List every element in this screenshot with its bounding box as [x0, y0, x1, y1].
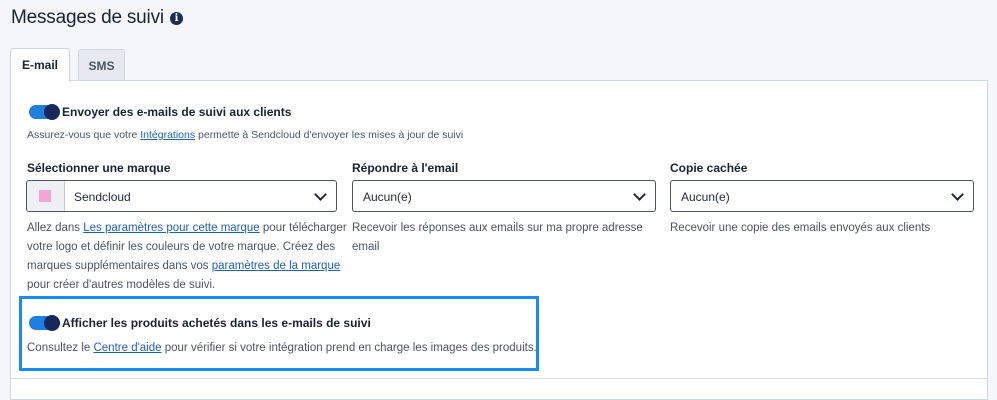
brand-help-text: Allez dans Les paramètres pour cette mar…	[27, 219, 347, 295]
bcc-select-value: Aucun(e)	[681, 190, 730, 204]
brand-help-line: votre logo et définir les couleurs de vo…	[27, 241, 336, 253]
highlight-frame	[19, 296, 539, 371]
tab-sms-label: SMS	[88, 59, 115, 73]
send-emails-label: Envoyer des e-mails de suivi aux clients	[62, 105, 292, 119]
info-icon[interactable]: i	[169, 11, 183, 25]
page-title: Messages de suivi i	[11, 7, 183, 29]
brand-color-swatch	[39, 190, 51, 202]
help-text: Allez dans	[27, 222, 84, 234]
show-products-toggle[interactable]	[29, 315, 60, 331]
bcc-help-text: Recevoir une copie des emails envoyés au…	[670, 222, 931, 234]
desc-text: Consultez le	[27, 342, 94, 354]
brand-select-label: Sélectionner une marque	[27, 161, 171, 175]
tab-email-label: E-mail	[21, 58, 58, 72]
reply-select-label: Répondre à l'email	[352, 161, 459, 175]
brand-settings-link[interactable]: Les paramètres pour cette marque	[83, 222, 259, 234]
tab-sms[interactable]: SMS	[78, 49, 125, 80]
help-text: pour télécharger	[259, 222, 347, 234]
send-emails-description: Assurez-vous que votre Intégrations perm…	[27, 129, 463, 141]
brand-help-line: marques supplémentaires dans vos paramèt…	[27, 257, 347, 276]
toggle-knob	[44, 315, 60, 331]
chevron-down-icon	[633, 188, 646, 201]
chevron-down-icon	[951, 188, 964, 201]
brand-color-box	[27, 181, 65, 211]
page-title-text: Messages de suivi	[11, 7, 164, 28]
integrations-link[interactable]: Intégrations	[140, 129, 195, 141]
toggle-knob	[44, 104, 60, 120]
desc-text: pour vérifier si votre intégration prend…	[161, 342, 537, 354]
reply-select-value: Aucun(e)	[363, 190, 412, 204]
reply-help-line: email	[352, 241, 380, 253]
help-center-link[interactable]: Centre d'aide	[93, 342, 161, 354]
brand-select-value: Sendcloud	[74, 190, 131, 204]
show-products-description: Consultez le Centre d'aide pour vérifier…	[27, 339, 537, 358]
desc-text: permette à Sendcloud d'envoyer les mises…	[195, 129, 464, 141]
reply-help-text: Recevoir les réponses aux emails sur ma …	[352, 219, 652, 257]
reply-select[interactable]: Aucun(e)	[352, 180, 656, 212]
tab-email[interactable]: E-mail	[10, 48, 70, 82]
show-products-label: Afficher les produits achetés dans les e…	[62, 316, 371, 330]
brand-select[interactable]: Sendcloud	[26, 180, 337, 212]
chevron-down-icon	[314, 188, 327, 201]
help-text: marques supplémentaires dans vos	[27, 260, 212, 272]
bcc-select[interactable]: Aucun(e)	[670, 180, 974, 212]
brand-parameters-link[interactable]: paramètres de la marque	[212, 260, 340, 272]
brand-help-line: pour créer d'autres modèles de suivi.	[27, 279, 216, 291]
bcc-select-label: Copie cachée	[670, 161, 748, 175]
desc-text: Assurez-vous que votre	[27, 129, 141, 141]
reply-help-line: Recevoir les réponses aux emails sur ma …	[352, 222, 643, 234]
divider	[11, 378, 987, 379]
send-emails-toggle[interactable]	[29, 104, 60, 120]
brand-help-line: Allez dans Les paramètres pour cette mar…	[27, 219, 347, 238]
